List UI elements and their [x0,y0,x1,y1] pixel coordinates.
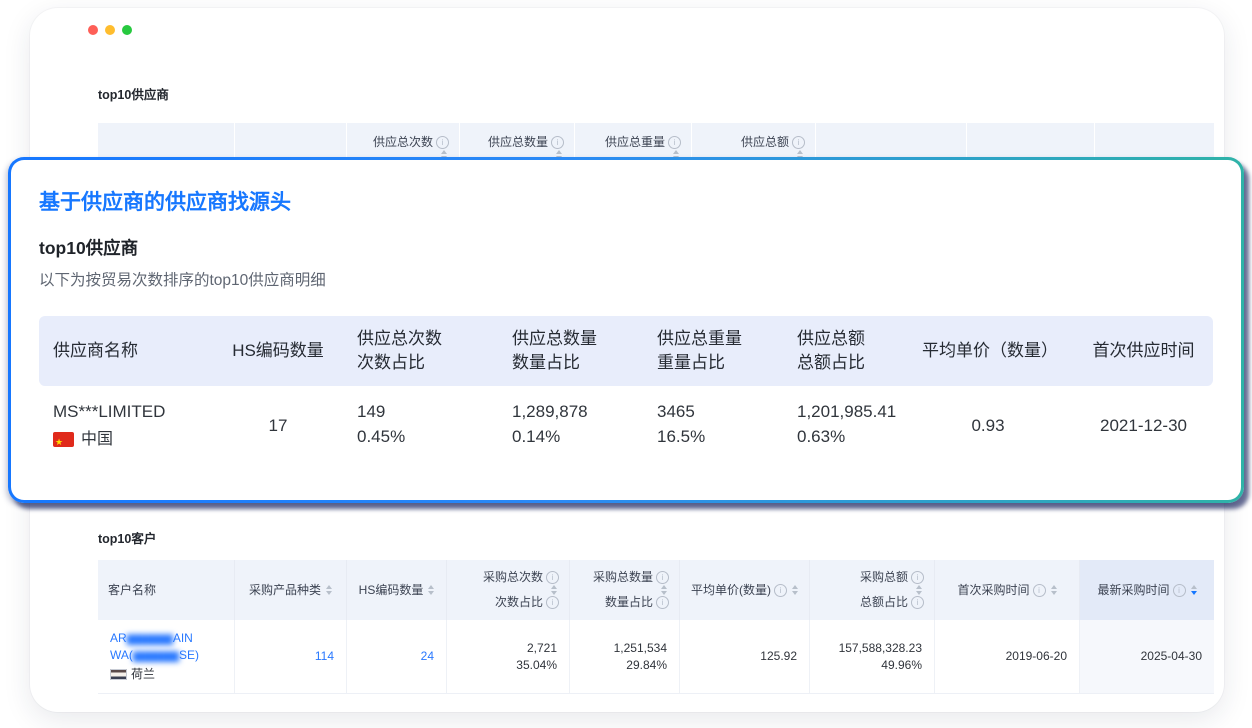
column-header-hs-code-count[interactable]: HS编码数量 [347,560,447,620]
column-header-total-supply-qty: 供应总数量数量占比 [498,316,643,386]
first-purchase-date-cell: 2019-06-20 [935,620,1080,693]
redacted-text: ▆▆▆▆▆ [127,631,173,645]
column-header-customer-name: 客户名称 [98,560,235,620]
info-icon[interactable] [792,136,805,149]
column-header-latest-purchase-date[interactable]: 最新采购时间 [1080,560,1214,620]
supplier-country: 中国 [81,427,113,452]
sort-arrows-icon[interactable] [551,585,557,595]
suppliers-section-title: top10供应商 [98,84,169,103]
redacted-text: ▆▆▆▆▆ [133,648,179,662]
customer-country: 荷兰 [131,666,155,683]
column-header-avg-price-qty: 平均单价（数量） [908,316,1068,386]
total-times-cell: 1490.45% [343,399,498,452]
customers-section-title: top10客户 [98,528,156,547]
china-flag-icon [53,432,74,447]
info-icon[interactable] [546,571,559,584]
info-icon[interactable] [656,596,669,609]
sort-arrows-icon[interactable] [1051,585,1057,595]
sort-arrows-icon[interactable] [428,585,434,595]
avg-price-cell: 0.93 [908,399,1068,452]
column-header-total-supply-weight: 供应总重量重量占比 [643,316,783,386]
column-header-first-purchase-date[interactable]: 首次采购时间 [935,560,1080,620]
latest-purchase-date-cell: 2025-04-30 [1080,620,1214,693]
total-qty-cell: 1,251,53429.84% [570,620,680,693]
sort-arrows-icon[interactable] [661,585,667,595]
overlay-supplier-row: MS***LIMITED 中国 17 1490.45% 1,289,8780.1… [39,399,1213,452]
total-weight-cell: 346516.5% [643,399,783,452]
close-button[interactable] [88,25,98,35]
column-header-hs-code-count: HS编码数量 [213,316,343,386]
customer-name-cell[interactable]: AR▆▆▆▆▆AIN WA(▆▆▆▆▆SE) 荷兰 [98,620,235,693]
supplier-source-overlay-panel: 基于供应商的供应商找源头 top10供应商 以下为按贸易次数排序的top10供应… [8,157,1244,503]
column-header-total-supply-times: 供应总次数次数占比 [343,316,498,386]
column-header-supplier-name: 供应商名称 [39,316,213,386]
minimize-button[interactable] [105,25,115,35]
sort-arrows-icon[interactable] [792,585,798,595]
column-header-first-supply-date: 首次供应时间 [1068,316,1219,386]
column-header-avg-price-qty[interactable]: 平均单价(数量) [680,560,810,620]
info-icon[interactable] [546,596,559,609]
first-supply-date-cell: 2021-12-30 [1068,399,1219,452]
window-controls [88,25,132,35]
supplier-name-cell: MS***LIMITED 中国 [39,399,213,452]
info-icon[interactable] [911,596,924,609]
hs-code-count-cell[interactable]: 24 [347,620,447,693]
hs-code-count-cell: 17 [213,399,343,452]
overlay-subtitle: top10供应商 [39,237,1213,259]
info-icon[interactable] [1173,584,1186,597]
customers-table-header: 客户名称 采购产品种类 HS编码数量 采购总次数 次数占比 采购总数量 数量占比 [98,560,1214,620]
info-icon[interactable] [656,571,669,584]
netherlands-flag-icon [110,669,127,680]
column-header-total-purchase-qty[interactable]: 采购总数量 数量占比 [570,560,680,620]
column-header-product-types[interactable]: 采购产品种类 [235,560,347,620]
page-background: top10供应商 供应商名称 HS编码数量 供应总次数 次数占比 供应总数量 数… [0,0,1252,728]
customers-table: 客户名称 采购产品种类 HS编码数量 采购总次数 次数占比 采购总数量 数量占比 [98,560,1214,694]
total-times-cell: 2,72135.04% [447,620,570,693]
column-header-total-purchase-amount[interactable]: 采购总额 总额占比 [810,560,935,620]
overlay-title: 基于供应商的供应商找源头 [39,190,1213,216]
product-types-cell[interactable]: 114 [235,620,347,693]
info-icon[interactable] [436,136,449,149]
sort-arrows-icon-descending[interactable] [1191,585,1197,595]
info-icon[interactable] [551,136,564,149]
column-header-total-supply-amount: 供应总额总额占比 [783,316,908,386]
total-amount-cell: 1,201,985.410.63% [783,399,908,452]
column-header-total-purchase-times[interactable]: 采购总次数 次数占比 [447,560,570,620]
zoom-button[interactable] [122,25,132,35]
info-icon[interactable] [1033,584,1046,597]
overlay-description: 以下为按贸易次数排序的top10供应商明细 [39,270,1213,291]
customer-row: AR▆▆▆▆▆AIN WA(▆▆▆▆▆SE) 荷兰 114 24 2,72135… [98,620,1214,694]
info-icon[interactable] [668,136,681,149]
total-qty-cell: 1,289,8780.14% [498,399,643,452]
overlay-content: 基于供应商的供应商找源头 top10供应商 以下为按贸易次数排序的top10供应… [11,160,1241,500]
overlay-table-header: 供应商名称 HS编码数量 供应总次数次数占比 供应总数量数量占比 供应总重量重量… [39,316,1213,386]
avg-price-cell: 125.92 [680,620,810,693]
info-icon[interactable] [774,584,787,597]
info-icon[interactable] [911,571,924,584]
total-amount-cell: 157,588,328.2349.96% [810,620,935,693]
sort-arrows-icon[interactable] [326,585,332,595]
sort-arrows-icon[interactable] [916,585,922,595]
